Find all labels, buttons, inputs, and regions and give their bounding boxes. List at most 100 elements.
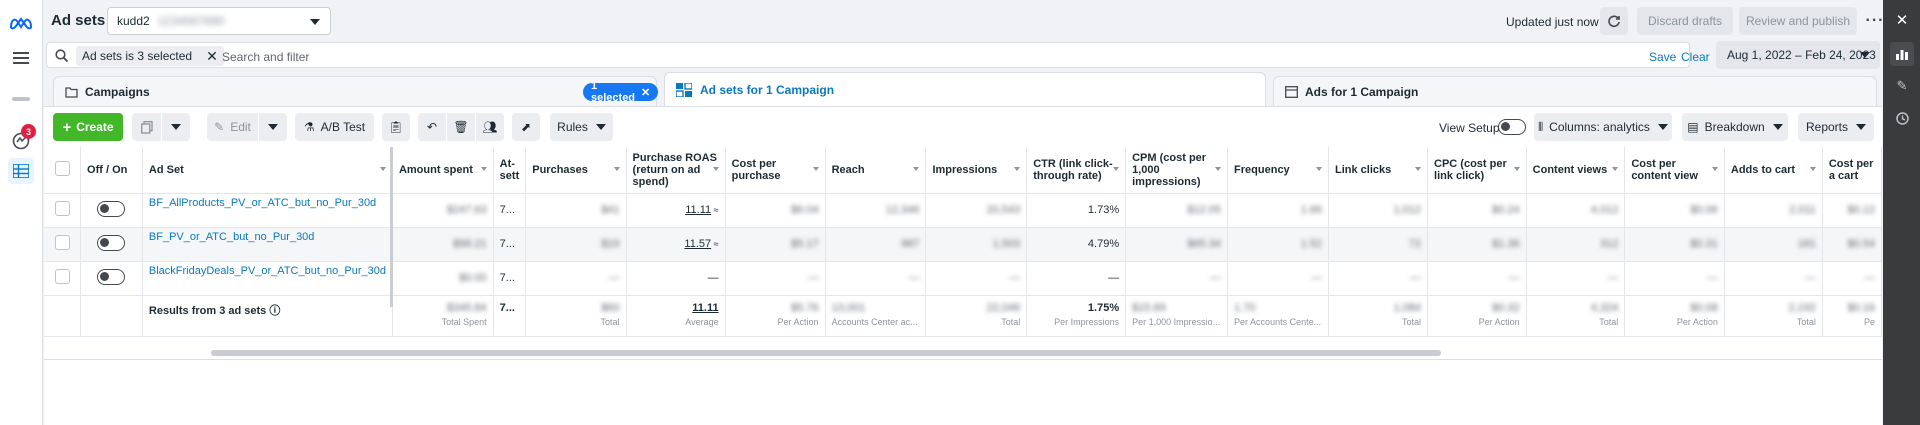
col-header-ad-set-label: Ad Set bbox=[148, 163, 184, 176]
chart-icon[interactable] bbox=[1890, 42, 1914, 66]
adset-name-cell[interactable]: BF_PV_or_ATC_but_no_Pur_30d bbox=[142, 227, 393, 262]
undo-button[interactable]: ↶ bbox=[418, 113, 446, 141]
menu-icon[interactable] bbox=[8, 44, 34, 70]
discard-drafts-button[interactable]: Discard drafts bbox=[1637, 7, 1733, 35]
frozen-column-divider[interactable] bbox=[390, 147, 393, 307]
redacted-value: — bbox=[1864, 272, 1875, 284]
edit-button[interactable]: ✎ Edit bbox=[207, 113, 258, 141]
summary-subtext: Pe bbox=[1863, 316, 1875, 327]
col-header-reach[interactable]: Reach bbox=[825, 147, 927, 194]
edit-dropdown-button[interactable] bbox=[259, 113, 287, 141]
col-header-link-clicks[interactable]: Link clicks bbox=[1328, 147, 1429, 194]
tab-adsets[interactable]: Ad sets for 1 Campaign bbox=[664, 72, 1266, 106]
col-header-adds-to-cart[interactable]: Adds to cart bbox=[1724, 147, 1823, 194]
duplicate-button[interactable] bbox=[132, 113, 161, 141]
adset-name-link[interactable]: BF_PV_or_ATC_but_no_Pur_30d bbox=[149, 231, 315, 243]
col-header-purchases[interactable]: Purchases bbox=[525, 147, 627, 194]
search-input[interactable]: Search and filter bbox=[222, 50, 309, 64]
row-select-cell[interactable] bbox=[44, 193, 82, 228]
close-icon[interactable]: ✕ bbox=[641, 86, 650, 99]
col-header-label: Reach bbox=[831, 163, 865, 176]
date-range-picker[interactable]: Aug 1, 2022 – Feb 24, 2023 bbox=[1716, 41, 1880, 69]
history-icon[interactable] bbox=[1890, 106, 1914, 130]
duplicate-dropdown-button[interactable] bbox=[162, 113, 190, 141]
updated-status: Updated just now bbox=[1506, 15, 1599, 29]
table-row[interactable]: BF_AllProducts_PV_or_ATC_but_no_Pur_30d $… bbox=[44, 193, 1882, 228]
review-publish-button[interactable]: Review and publish bbox=[1739, 7, 1857, 35]
row-checkbox[interactable] bbox=[54, 201, 70, 216]
row-select-cell[interactable] bbox=[44, 227, 82, 262]
summary-subtext: Per Action bbox=[1478, 316, 1520, 327]
tab-adsets-label: Ad sets for 1 Campaign bbox=[700, 82, 835, 97]
col-header-cpm[interactable]: CPM (cost per 1,000 impressions) bbox=[1125, 147, 1229, 194]
account-avatar-icon[interactable] bbox=[8, 86, 34, 112]
col-header-label: Frequency bbox=[1234, 163, 1290, 176]
select-all-checkbox[interactable] bbox=[54, 160, 70, 176]
summary-subtext: Per Action bbox=[1676, 316, 1718, 327]
redacted-value: — bbox=[1508, 272, 1520, 284]
notifications-icon[interactable]: 3 bbox=[8, 124, 36, 154]
col-header-amount-spent[interactable]: Amount spent bbox=[392, 147, 494, 194]
pencil-icon[interactable]: ✎ bbox=[1890, 74, 1914, 98]
filter-chip[interactable]: Ad sets is 3 selected ✕ bbox=[76, 46, 224, 66]
preview-button[interactable]: ⬈ bbox=[512, 113, 540, 141]
col-header-attribution[interactable]: At- sett bbox=[493, 147, 527, 194]
row-checkbox[interactable] bbox=[54, 269, 70, 284]
breakdown-button[interactable]: ▤ Breakdown bbox=[1682, 113, 1788, 141]
row-checkbox[interactable] bbox=[54, 235, 70, 250]
col-header-cost-per-purchase[interactable]: Cost per purchase bbox=[725, 147, 826, 194]
tab-campaigns[interactable]: Campaigns 1 selected ✕ bbox=[53, 76, 659, 106]
reports-button[interactable]: Reports bbox=[1798, 113, 1874, 141]
row-select-cell[interactable] bbox=[44, 261, 82, 296]
close-panel-icon[interactable]: ✕ bbox=[1890, 8, 1914, 32]
row-toggle-cell[interactable] bbox=[80, 261, 143, 296]
audience-button[interactable]: 👥︎ bbox=[476, 113, 504, 141]
info-icon[interactable]: ⓘ bbox=[266, 305, 280, 317]
save-filter-link[interactable]: Save bbox=[1649, 50, 1676, 64]
impressions-cell: 1,503 bbox=[925, 227, 1028, 262]
tab-ads[interactable]: Ads for 1 Campaign bbox=[1273, 76, 1877, 106]
col-header-content-views[interactable]: Content views bbox=[1526, 147, 1626, 194]
table-row[interactable]: BF_PV_or_ATC_but_no_Pur_30d $98.21 7... $19… bbox=[44, 227, 1882, 262]
col-header-cpc[interactable]: CPC (cost per link click) bbox=[1427, 147, 1527, 194]
table-row[interactable]: BlackFridayDeals_PV_or_ATC_but_no_Pur_30… bbox=[44, 261, 1882, 296]
summary-roas: 11.11 Average bbox=[626, 295, 726, 337]
col-header-impressions[interactable]: Impressions bbox=[925, 147, 1028, 194]
campaigns-table-icon[interactable] bbox=[8, 158, 34, 184]
delete-button[interactable]: 🗑︎ bbox=[447, 113, 475, 141]
selected-count-pill[interactable]: 1 selected ✕ bbox=[583, 80, 659, 104]
clipboard-button[interactable]: 📋︎ bbox=[382, 113, 410, 141]
reports-label: Reports bbox=[1805, 120, 1849, 134]
rules-button[interactable]: Rules bbox=[550, 113, 613, 141]
col-header-roas[interactable]: Purchase ROAS (return on ad spend) bbox=[626, 147, 726, 194]
create-button[interactable]: + Create bbox=[53, 113, 123, 141]
view-setup-toggle[interactable] bbox=[1498, 119, 1526, 135]
columns-button[interactable]: ⫴ Columns: analytics bbox=[1534, 113, 1672, 141]
horizontal-scrollbar[interactable] bbox=[211, 350, 1441, 356]
close-icon[interactable]: ✕ bbox=[206, 48, 218, 65]
meta-logo-icon[interactable] bbox=[8, 10, 34, 36]
col-header-frequency[interactable]: Frequency bbox=[1227, 147, 1329, 194]
col-header-ad-set[interactable]: Ad Set bbox=[142, 147, 393, 194]
search-filter-bar[interactable]: Ad sets is 3 selected ✕ Search and filte… bbox=[46, 42, 1710, 68]
col-header-off-on[interactable]: Off / On bbox=[80, 147, 143, 194]
refresh-button[interactable] bbox=[1600, 7, 1628, 35]
ctr-cell: 1.73% bbox=[1026, 193, 1127, 228]
adset-name-link[interactable]: BF_AllProducts_PV_or_ATC_but_no_Pur_30d bbox=[149, 197, 376, 209]
adset-on-off-toggle[interactable] bbox=[97, 234, 126, 251]
adset-on-off-toggle[interactable] bbox=[97, 200, 126, 217]
adset-on-off-toggle[interactable] bbox=[97, 268, 126, 285]
row-toggle-cell[interactable] bbox=[80, 227, 143, 262]
select-all-cell[interactable] bbox=[44, 147, 82, 194]
row-toggle-cell[interactable] bbox=[80, 193, 143, 228]
ab-test-button[interactable]: ⚗ A/B Test bbox=[295, 113, 374, 141]
account-selector[interactable]: kudd2 1234567890 bbox=[107, 7, 331, 35]
summary-impressions: 22,046 Total bbox=[925, 295, 1028, 337]
adset-name-cell[interactable]: BlackFridayDeals_PV_or_ATC_but_no_Pur_30… bbox=[142, 261, 393, 296]
col-header-cost-per-atc[interactable]: Cost per a cart bbox=[1822, 147, 1882, 194]
col-header-cost-per-content-view[interactable]: Cost per content view bbox=[1624, 147, 1725, 194]
adset-name-link[interactable]: BlackFridayDeals_PV_or_ATC_but_no_Pur_30… bbox=[149, 265, 386, 277]
clear-filter-link[interactable]: Clear bbox=[1681, 50, 1710, 64]
adset-name-cell[interactable]: BF_AllProducts_PV_or_ATC_but_no_Pur_30d bbox=[142, 193, 393, 228]
col-header-ctr[interactable]: CTR (link click-through rate) bbox=[1026, 147, 1127, 194]
